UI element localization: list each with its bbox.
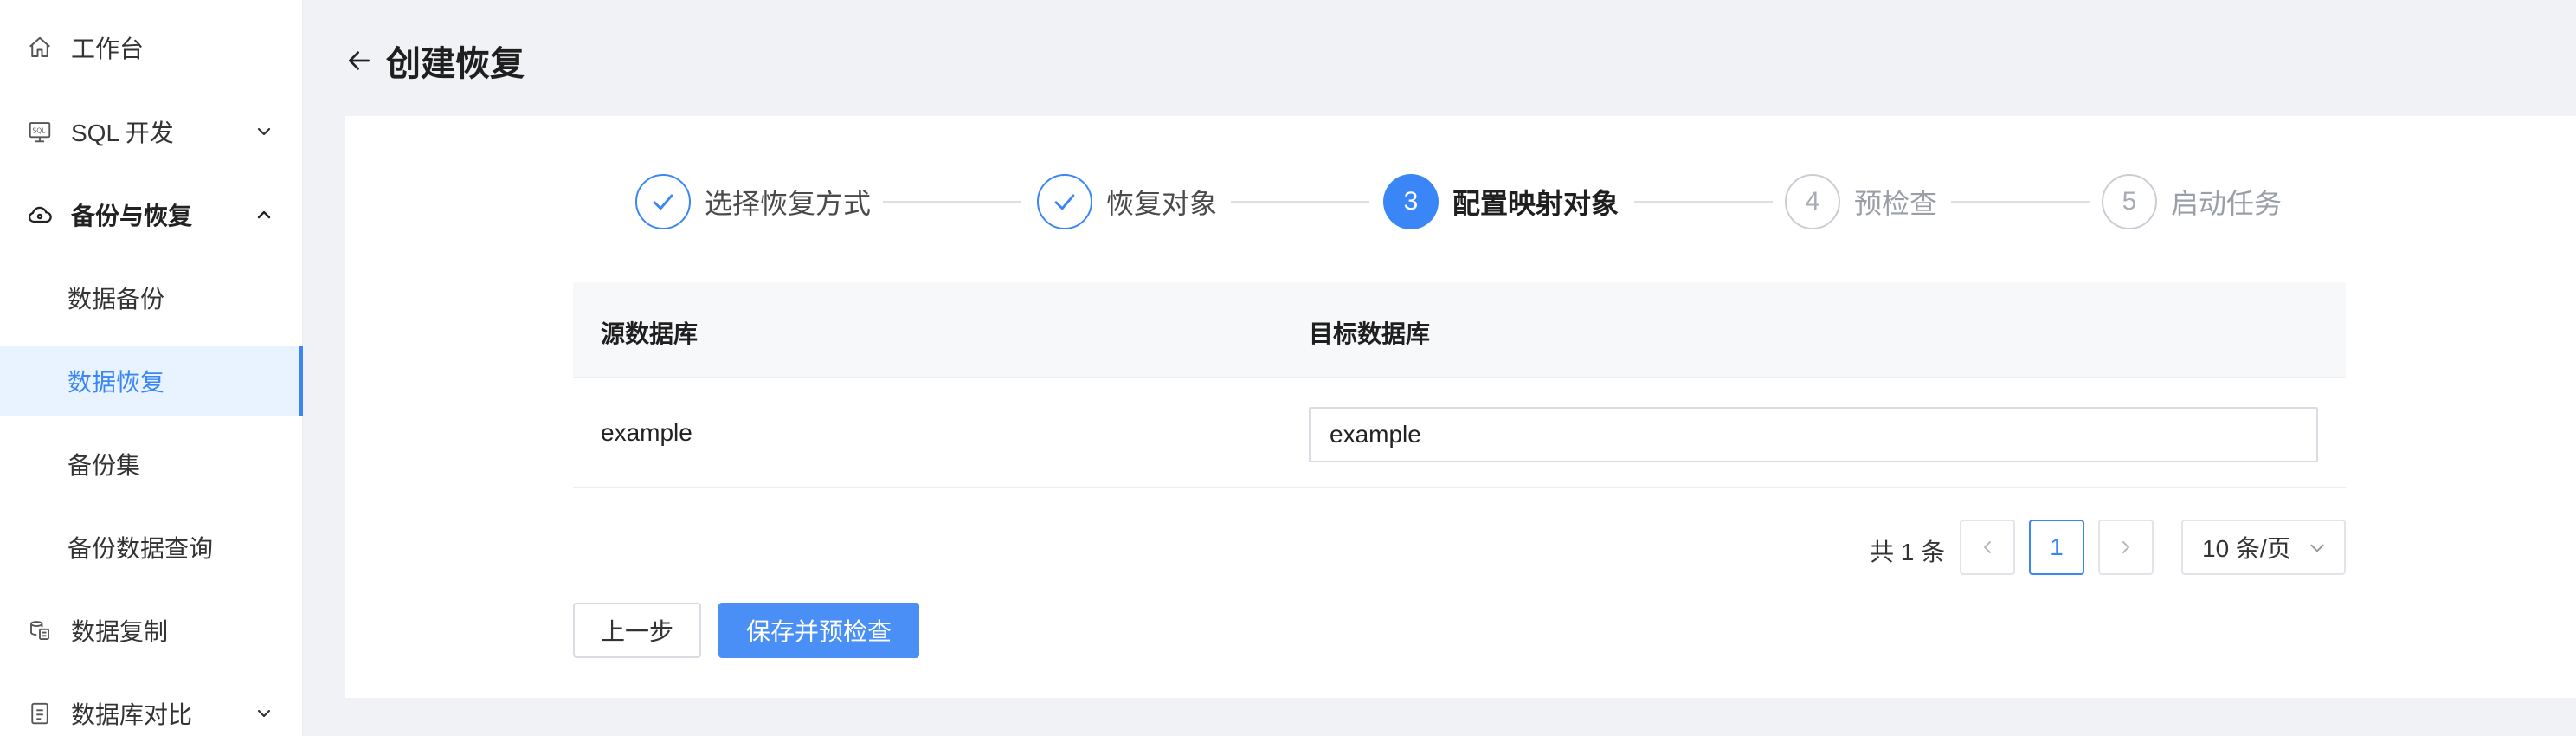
sidebar-item-backup-restore[interactable]: 备份与恢复 bbox=[0, 180, 303, 249]
step-label: 预检查 bbox=[1854, 188, 1938, 219]
sidebar-item-label: 数据复制 bbox=[71, 618, 169, 645]
sidebar-item-data-copy[interactable]: 数据复制 bbox=[0, 596, 303, 665]
page-button-current[interactable]: 1 bbox=[2029, 520, 2084, 575]
sidebar-subitem-backup-set[interactable]: 备份集 bbox=[0, 429, 303, 499]
step-connector bbox=[1951, 201, 2090, 203]
table-header: 源数据库 目标数据库 bbox=[573, 282, 2346, 378]
step-number: 5 bbox=[2102, 174, 2157, 229]
prev-step-button[interactable]: 上一步 bbox=[573, 603, 701, 658]
step-connector bbox=[1634, 201, 1773, 203]
step-number: 3 bbox=[1383, 174, 1439, 229]
check-icon bbox=[635, 174, 691, 229]
chevron-down-icon[interactable] bbox=[254, 704, 274, 723]
main-card: 选择恢复方式 恢复对象 3 配置映射对象 4 预检查 5 启动任务 源数据库 目… bbox=[345, 116, 2576, 698]
step-4[interactable]: 4 预检查 bbox=[1785, 171, 1937, 232]
target-db-input[interactable] bbox=[1309, 407, 2318, 462]
sidebar-subitem-label: 数据恢复 bbox=[68, 369, 165, 396]
column-header-source: 源数据库 bbox=[601, 320, 699, 347]
pagination: 共 1 条 1 10 条/页 bbox=[345, 520, 2576, 575]
save-and-precheck-button[interactable]: 保存并预检查 bbox=[718, 603, 919, 658]
step-label: 恢复对象 bbox=[1106, 188, 1218, 219]
column-header-target: 目标数据库 bbox=[1309, 320, 1431, 347]
chevron-down-icon[interactable] bbox=[254, 122, 274, 141]
sidebar-item-label: SQL 开发 bbox=[71, 119, 174, 146]
sidebar-subitem-label: 数据备份 bbox=[68, 286, 165, 313]
sidebar-subitem-label: 备份集 bbox=[68, 452, 141, 479]
page-title: 创建恢复 bbox=[386, 45, 525, 83]
sidebar: 工作台 SQL SQL 开发 备份与恢复 数据备份 数据恢复 备份集 备份数据查… bbox=[0, 0, 303, 736]
step-label: 选择恢复方式 bbox=[705, 188, 872, 219]
step-3[interactable]: 3 配置映射对象 bbox=[1383, 171, 1619, 232]
sidebar-subitem-data-restore[interactable]: 数据恢复 bbox=[0, 346, 303, 416]
prev-page-button[interactable] bbox=[1960, 520, 2015, 575]
sidebar-subitem-backup-query[interactable]: 备份数据查询 bbox=[0, 513, 303, 582]
step-1[interactable]: 选择恢复方式 bbox=[635, 171, 871, 232]
chevron-left-icon bbox=[1984, 541, 1991, 553]
sidebar-item-sql-dev[interactable]: SQL SQL 开发 bbox=[0, 97, 303, 166]
next-page-button[interactable] bbox=[2098, 520, 2154, 575]
page-header: 创建恢复 bbox=[345, 35, 525, 87]
page-size-value: 10 条/页 bbox=[2202, 535, 2291, 562]
mapping-table: 源数据库 目标数据库 example bbox=[573, 282, 2346, 488]
pagination-total: 共 1 条 bbox=[1870, 539, 1946, 565]
sidebar-item-label: 数据库对比 bbox=[71, 701, 193, 728]
step-number: 4 bbox=[1785, 174, 1840, 229]
step-label: 启动任务 bbox=[2171, 188, 2283, 219]
arrow-left-icon[interactable] bbox=[345, 46, 374, 75]
svg-text:SQL: SQL bbox=[33, 126, 47, 134]
data-copy-icon bbox=[26, 617, 54, 644]
home-icon bbox=[26, 34, 54, 61]
step-2[interactable]: 恢复对象 bbox=[1037, 171, 1217, 232]
sidebar-item-label: 工作台 bbox=[71, 36, 145, 62]
sidebar-item-workbench[interactable]: 工作台 bbox=[0, 13, 303, 82]
sidebar-item-label: 备份与恢复 bbox=[71, 203, 193, 229]
steps-bar: 选择恢复方式 恢复对象 3 配置映射对象 4 预检查 5 启动任务 bbox=[345, 171, 2576, 232]
check-icon bbox=[1037, 174, 1092, 229]
step-label: 配置映射对象 bbox=[1452, 188, 1620, 219]
cloud-backup-icon bbox=[26, 201, 54, 229]
table-row: example bbox=[573, 378, 2346, 488]
sidebar-subitem-data-backup[interactable]: 数据备份 bbox=[0, 263, 303, 332]
sql-icon: SQL bbox=[26, 118, 54, 145]
sidebar-item-db-compare[interactable]: 数据库对比 bbox=[0, 679, 303, 736]
step-connector bbox=[883, 201, 1021, 203]
chevron-down-icon bbox=[2310, 544, 2324, 552]
source-db-cell: example bbox=[601, 419, 692, 446]
compare-icon bbox=[26, 700, 54, 727]
sidebar-subitem-label: 备份数据查询 bbox=[68, 535, 214, 562]
step-connector bbox=[1231, 201, 1369, 203]
page-size-select[interactable]: 10 条/页 bbox=[2181, 520, 2346, 575]
step-5[interactable]: 5 启动任务 bbox=[2102, 171, 2282, 232]
chevron-right-icon bbox=[2122, 541, 2129, 553]
chevron-up-icon[interactable] bbox=[254, 205, 274, 224]
